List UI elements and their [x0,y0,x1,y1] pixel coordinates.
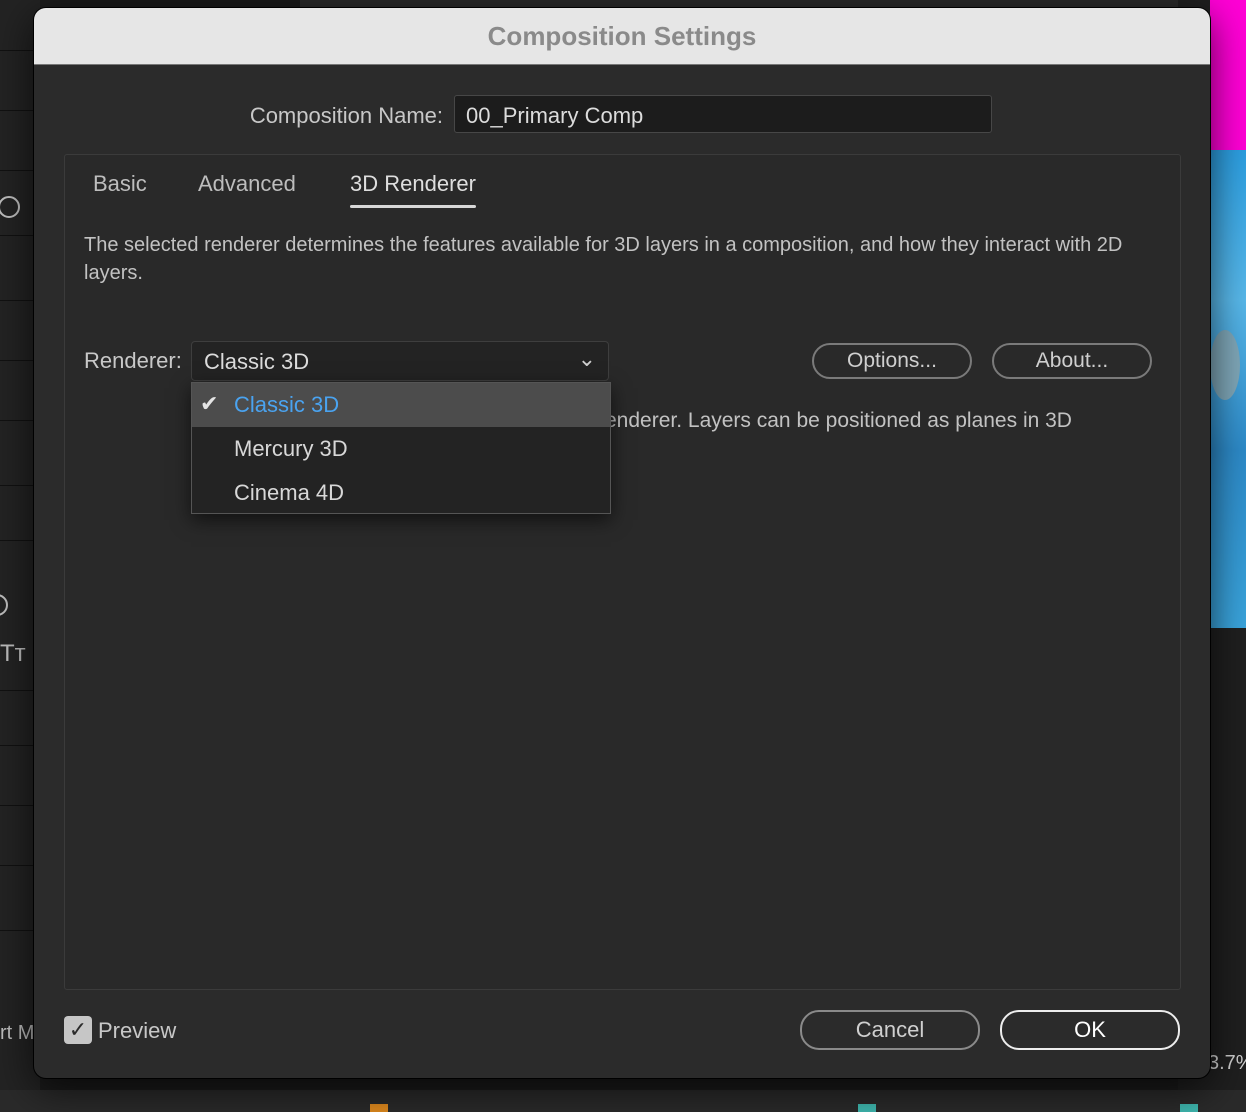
renderer-dropdown-menu: ✔ Classic 3D Mercury 3D Cinema 4D [191,382,611,514]
renderer-info-text: enderer. Layers can be positioned as pla… [605,409,1072,432]
ok-button[interactable]: OK [1000,1010,1180,1050]
dropdown-item-label: Cinema 4D [234,480,345,505]
renderer-description: The selected renderer determines the fea… [84,234,1123,284]
dialog-titlebar[interactable]: Composition Settings [34,8,1210,65]
dropdown-item-label: Classic 3D [234,392,340,417]
settings-panel: Basic Advanced 3D Renderer The selected … [64,154,1181,990]
composition-preview-image [1210,0,1246,628]
text-tool-icon: Tт [0,640,26,667]
about-button[interactable]: About... [992,343,1152,379]
slider-knob[interactable] [0,196,20,218]
options-button[interactable]: Options... [812,343,972,379]
chevron-down-icon: ⌄ [577,346,596,371]
composition-name-row: Composition Name: 00_Primary Comp [34,95,1210,135]
dropdown-item-classic-3d[interactable]: ✔ Classic 3D [192,383,610,427]
cancel-button[interactable]: Cancel [800,1010,980,1050]
dropdown-item-cinema-4d[interactable]: Cinema 4D [192,471,610,515]
renderer-select[interactable]: Classic 3D ⌄ [191,341,609,381]
dropdown-item-label: Mercury 3D [234,436,348,461]
composition-name-input[interactable]: 00_Primary Comp [454,95,992,133]
preview-label: Preview [98,1018,177,1043]
background-top-strip [300,0,1200,8]
background-timeline-strip [0,1090,1246,1112]
background-label: rt M [0,1022,35,1044]
slider-knob[interactable] [0,594,8,616]
renderer-label: Renderer: [84,348,182,373]
renderer-select-value: Classic 3D [204,349,310,374]
tab-advanced[interactable]: Advanced [198,171,296,197]
preview-checkbox[interactable]: ✓ [64,1016,92,1044]
checkmark-icon: ✔ [200,391,219,416]
dropdown-item-mercury-3d[interactable]: Mercury 3D [192,427,610,471]
dialog-title: Composition Settings [487,20,757,51]
zoom-level: 3.7% [1208,1052,1246,1074]
tab-basic[interactable]: Basic [93,171,147,197]
composition-settings-dialog: Composition Settings Composition Name: 0… [34,8,1210,1078]
composition-name-label: Composition Name: [249,103,443,128]
tab-3d-renderer[interactable]: 3D Renderer [350,171,476,208]
